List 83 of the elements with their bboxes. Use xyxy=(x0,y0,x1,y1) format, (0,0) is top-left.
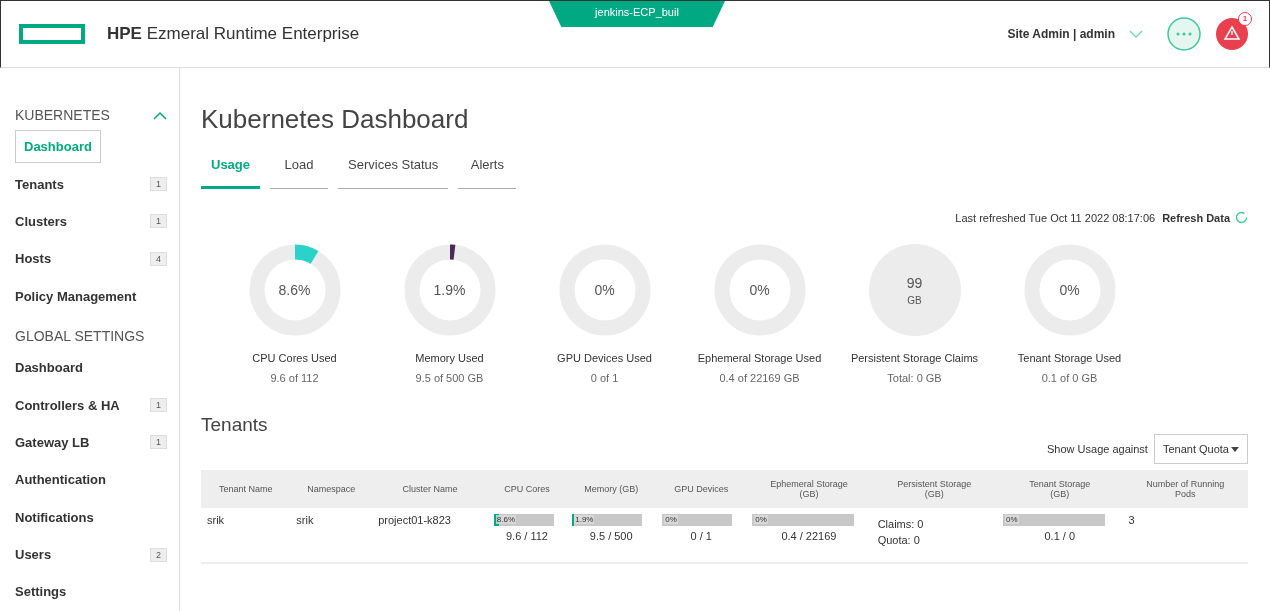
column-header: Tenant Name xyxy=(218,484,273,494)
gauge-value: 1.9% xyxy=(433,282,466,298)
gauge-detail: 9.5 of 500 GB xyxy=(415,372,484,384)
sidebar-item[interactable]: Users xyxy=(15,547,52,563)
gauge-detail: 0.4 of 22169 GB xyxy=(719,372,800,384)
count-badge: 1 xyxy=(150,435,167,450)
dropdown-caret-icon xyxy=(1231,446,1239,452)
gauge-detail: 9.6 of 112 xyxy=(270,372,319,384)
sidebar-item[interactable]: Controllers & HA xyxy=(15,397,120,413)
count-badge: 1 xyxy=(150,398,167,413)
gauge-value: 99 xyxy=(906,274,923,291)
refresh-icon[interactable] xyxy=(1235,211,1248,224)
table-cell: 0 / 1 xyxy=(690,530,712,542)
sidebar-item[interactable]: Gateway LB xyxy=(15,434,90,450)
notification-badge: 1 xyxy=(1238,12,1252,26)
usage-bar: 1.9% xyxy=(572,514,643,526)
gauge-detail: Total: 0 GB xyxy=(887,372,942,384)
count-badge: 1 xyxy=(150,177,167,192)
gauge-unit: GB xyxy=(907,294,922,306)
gauge-value: 0% xyxy=(1059,282,1080,298)
gauge-label: CPU Cores Used xyxy=(252,352,337,364)
sidebar-item[interactable]: Dashboard xyxy=(15,360,83,376)
count-badge: 4 xyxy=(150,251,167,266)
logo-icon xyxy=(19,24,85,44)
table-cell: 0.4 / 22169 xyxy=(781,530,837,542)
gauge-label: Tenant Storage Used xyxy=(1017,352,1122,364)
quota-dropdown[interactable]: Tenant Quota xyxy=(1153,434,1248,464)
page-title: Kubernetes Dashboard xyxy=(201,104,470,135)
table-cell: project01-k823 xyxy=(378,514,451,526)
count-badge: 1 xyxy=(150,214,167,229)
count-badge: 2 xyxy=(150,547,167,562)
column-header: Ephemeral Storage (GB) xyxy=(769,479,849,499)
gauge-detail: 0.1 of 0 GB xyxy=(1041,372,1098,384)
table-cell: 9.6 / 112 xyxy=(506,530,548,542)
chevron-up-icon[interactable] xyxy=(153,110,167,120)
usage-bar: 0% xyxy=(662,514,733,526)
gauge-label: GPU Devices Used xyxy=(557,352,652,364)
sidebar-item[interactable]: Clusters xyxy=(15,213,68,229)
gauge-value: 0% xyxy=(749,282,770,298)
section-heading: GLOBAL SETTINGS xyxy=(15,327,145,344)
usage-label: Show Usage against xyxy=(1047,443,1148,455)
sidebar-item[interactable]: Policy Management xyxy=(15,288,137,304)
table-cell-text: Claims: 0 xyxy=(877,518,925,530)
sidebar-item[interactable]: Notifications xyxy=(15,509,94,525)
usage-bar: 0% xyxy=(1003,514,1106,526)
gauge-value: 0% xyxy=(594,282,615,298)
gauge-detail: 0 of 1 xyxy=(590,372,619,384)
sidebar-item[interactable]: Hosts xyxy=(15,251,52,267)
table-cell: 9.5 / 500 xyxy=(589,530,633,542)
last-refreshed-text: Last refreshed Tue Oct 11 2022 08:17:06 xyxy=(955,211,1156,224)
column-header: Persistent Storage (GB) xyxy=(896,479,973,499)
gauge-label: Memory Used xyxy=(415,352,484,364)
column-header: CPU Cores xyxy=(504,484,550,494)
table-cell: srik xyxy=(207,514,225,526)
column-header: GPU Devices xyxy=(674,484,729,494)
usage-bar: 8.6% xyxy=(493,514,554,526)
table-cell-text: Quota: 0 xyxy=(877,534,921,546)
sidebar-item[interactable]: Settings xyxy=(15,584,67,600)
user-menu[interactable]: Site Admin | admin xyxy=(1007,27,1115,41)
tab[interactable]: Services Status xyxy=(338,147,449,189)
column-header: Memory (GB) xyxy=(584,484,639,494)
tab[interactable]: Alerts xyxy=(458,147,517,189)
section-title: Tenants xyxy=(201,414,269,436)
column-header: Cluster Name xyxy=(402,484,458,494)
sidebar-item[interactable]: Authentication xyxy=(15,472,106,488)
table-cell: srik xyxy=(296,514,314,526)
table-cell: 3 xyxy=(1128,514,1135,526)
usage-bar: 0% xyxy=(752,514,855,526)
gauge-value: 8.6% xyxy=(278,282,311,298)
column-header: Number of Running Pods xyxy=(1145,479,1226,499)
section-heading: KUBERNETES xyxy=(15,107,110,123)
chevron-down-icon[interactable] xyxy=(1129,29,1143,39)
refresh-button[interactable]: Refresh Data xyxy=(1162,211,1230,224)
table-cell: 0.1 / 0 xyxy=(1044,530,1076,542)
gauge-label: Persistent Storage Claims xyxy=(850,352,979,364)
more-icon[interactable] xyxy=(1167,17,1201,51)
gauge-label: Ephemeral Storage Used xyxy=(697,352,822,364)
product-name: HPE Ezmeral Runtime Enterprise xyxy=(107,24,360,44)
sidebar-item[interactable]: Tenants xyxy=(15,176,64,192)
column-header: Tenant Storage (GB) xyxy=(1028,479,1092,499)
column-header: Namespace xyxy=(307,484,356,494)
alert-icon[interactable] xyxy=(1215,17,1249,51)
tab[interactable]: Load xyxy=(270,147,329,189)
